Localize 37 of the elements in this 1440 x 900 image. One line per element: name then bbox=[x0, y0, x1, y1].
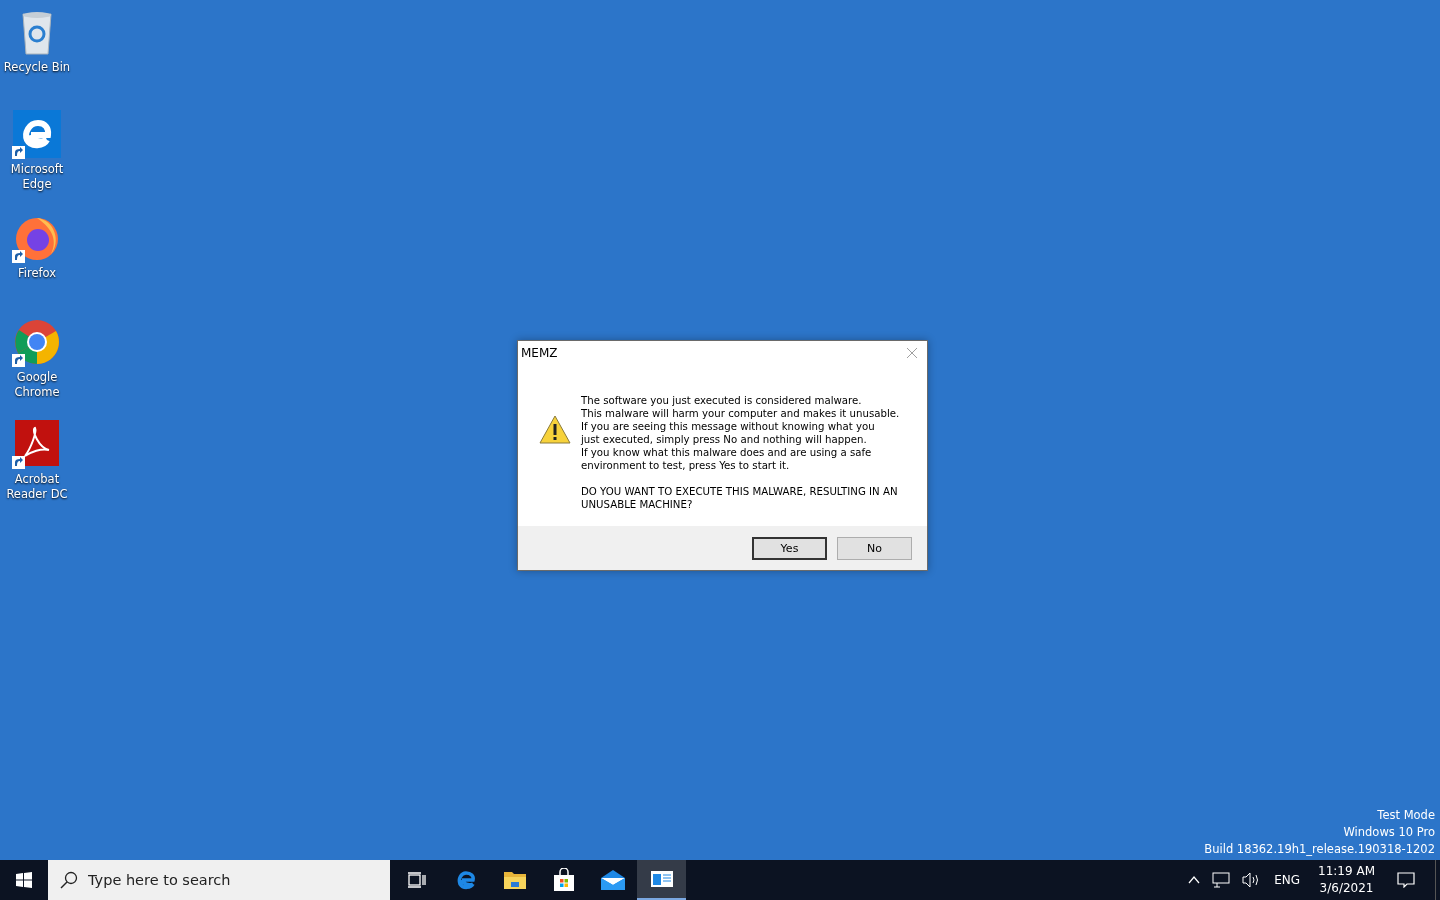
language-indicator[interactable]: ENG bbox=[1274, 873, 1301, 887]
message-line: This malware will harm your computer and makes it unusable. bbox=[581, 407, 900, 420]
desktop-icon-label[interactable]: Google Chrome bbox=[2, 370, 72, 400]
message-line: If you are seeing this message without knowing what you bbox=[581, 420, 876, 433]
network-icon[interactable] bbox=[1212, 872, 1231, 888]
warning-icon bbox=[539, 415, 571, 444]
desktop-icon-label[interactable]: Acrobat Reader DC bbox=[2, 472, 72, 502]
desktop-icon-label[interactable]: Microsoft Edge bbox=[2, 162, 72, 192]
message-line: just executed, simply press No and nothing will happen. bbox=[581, 433, 868, 446]
folder-icon bbox=[502, 870, 527, 890]
watermark-line: Build 18362.19h1_release.190318-1202 bbox=[1204, 841, 1435, 858]
search-icon bbox=[60, 871, 78, 889]
windows-logo-icon[interactable] bbox=[16, 872, 32, 888]
desktop-icon-label[interactable]: Recycle Bin bbox=[2, 60, 72, 75]
search-field[interactable]: Type here to search bbox=[48, 860, 390, 900]
desktop-icon-label[interactable]: Firefox bbox=[2, 266, 72, 281]
taskbar-app-button[interactable] bbox=[637, 860, 686, 900]
edge-icon[interactable] bbox=[11, 108, 63, 160]
message-line: If you know what this malware does and are using a safe bbox=[581, 446, 873, 459]
chevron-up-icon[interactable] bbox=[1188, 876, 1201, 884]
window-title: MEMZ bbox=[521, 346, 558, 360]
speaker-icon[interactable] bbox=[1242, 872, 1261, 888]
mail-icon bbox=[600, 870, 625, 890]
close-icon[interactable] bbox=[907, 348, 917, 358]
no-button[interactable]: No bbox=[837, 536, 912, 560]
message-line: environment to test, press Yes to start it. bbox=[581, 459, 791, 472]
message-line: The software you just executed is considered malware. bbox=[581, 394, 863, 407]
watermark-line: Test Mode bbox=[1377, 807, 1435, 824]
yes-button[interactable]: Yes bbox=[752, 536, 827, 560]
watermark-line: Windows 10 Pro bbox=[1343, 824, 1435, 841]
question-line: UNUSABLE MACHINE? bbox=[581, 498, 694, 511]
shopping-bag-icon bbox=[552, 868, 575, 892]
window-icon bbox=[650, 871, 673, 887]
clock[interactable]: 11:19 AM 3/6/2021 bbox=[1318, 863, 1375, 897]
task-view-icon bbox=[407, 872, 426, 888]
question-line: DO YOU WANT TO EXECUTE THIS MALWARE, RESULTING IN AN bbox=[581, 485, 899, 498]
notification-icon[interactable] bbox=[1397, 872, 1415, 888]
